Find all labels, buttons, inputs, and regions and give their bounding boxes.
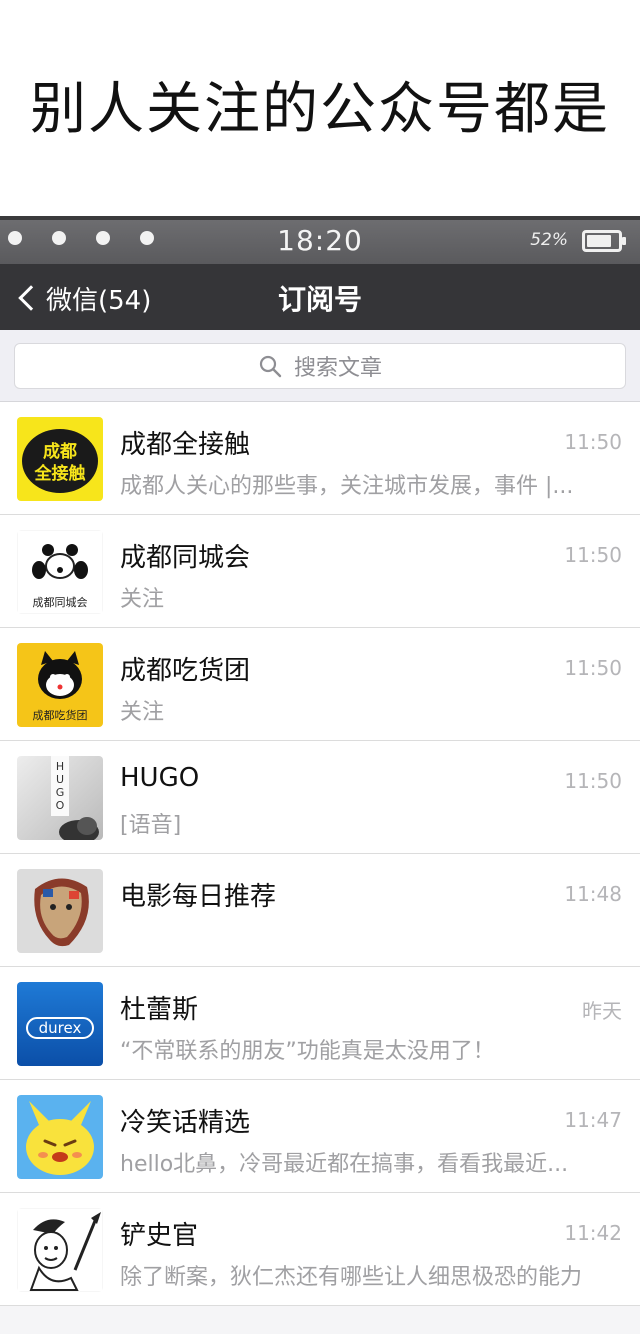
- svg-text:O: O: [56, 799, 65, 812]
- message-preview: 关注: [120, 700, 165, 725]
- svg-text:U: U: [56, 773, 64, 786]
- caption-text: 别人关注的公众号都是: [30, 77, 610, 142]
- message-time: 11:50: [564, 430, 622, 454]
- avatar: durex: [17, 982, 103, 1066]
- message-preview: 关注: [120, 587, 165, 612]
- list-item[interactable]: 冷笑话精选 11:47 hello北鼻，冷哥最近都在搞事，看看我最近...: [0, 1080, 640, 1193]
- avatar-logo-line2: 全接触: [34, 463, 86, 484]
- avatar-logo-line1: 成都: [43, 441, 77, 462]
- account-name: HUGO: [120, 763, 200, 793]
- message-time: 昨天: [582, 999, 622, 1023]
- svg-text:G: G: [56, 786, 65, 799]
- account-name: 成都全接触: [120, 430, 251, 460]
- battery-icon: [582, 230, 626, 252]
- message-preview: [语音]: [120, 813, 182, 838]
- avatar: H U G O: [17, 756, 103, 840]
- account-name: 成都吃货团: [120, 656, 251, 686]
- avatar: 成都同城会: [17, 530, 103, 614]
- avatar: [17, 869, 103, 953]
- subscription-list: 成都 全接触 成都全接触 11:50 成都人关心的那些事，关注城市发展，事件 |…: [0, 402, 640, 1306]
- status-bar: 18:20 52%: [0, 216, 640, 264]
- search-input[interactable]: 搜索文章: [14, 343, 626, 389]
- account-name: 铲史官: [120, 1221, 199, 1251]
- list-item[interactable]: 铲史官 11:42 除了断案，狄仁杰还有哪些让人细思极恐的能力: [0, 1193, 640, 1306]
- search-icon: [259, 355, 282, 378]
- avatar: 成都 全接触: [17, 417, 103, 501]
- caption-banner: 别人关注的公众号都是: [0, 0, 640, 216]
- message-time: 11:50: [564, 656, 622, 680]
- nav-bar: 微信(54) 订阅号: [0, 264, 640, 330]
- message-preview: 除了断案，狄仁杰还有哪些让人细思极恐的能力: [120, 1265, 583, 1290]
- list-bottom-edge: [0, 1306, 640, 1334]
- list-item[interactable]: 电影每日推荐 11:48: [0, 854, 640, 967]
- page-title: 订阅号: [277, 283, 362, 316]
- svg-text:H: H: [56, 760, 64, 773]
- search-placeholder: 搜索文章: [293, 356, 382, 381]
- message-time: 11:47: [564, 1108, 622, 1132]
- message-time: 11:42: [564, 1221, 622, 1245]
- account-name: 电影每日推荐: [120, 882, 277, 912]
- message-preview: hello北鼻，冷哥最近都在搞事，看看我最近...: [120, 1152, 569, 1177]
- avatar-logo-text: 成都同城会: [33, 596, 88, 609]
- list-item[interactable]: 成都 全接触 成都全接触 11:50 成都人关心的那些事，关注城市发展，事件 |…: [0, 402, 640, 515]
- list-item[interactable]: 成都吃货团 成都吃货团 11:50 关注: [0, 628, 640, 741]
- battery-percent: 52%: [530, 230, 568, 250]
- message-preview: “不常联系的朋友”功能真是太没用了！: [120, 1039, 495, 1064]
- list-item[interactable]: H U G O HUGO 11:50 [语音]: [0, 741, 640, 854]
- message-preview: 成都人关心的那些事，关注城市发展，事件 |...: [120, 474, 574, 499]
- message-time: 11:48: [564, 882, 622, 906]
- account-name: 杜蕾斯: [120, 995, 199, 1025]
- search-bar: 搜索文章: [0, 330, 640, 402]
- avatar: [17, 1208, 103, 1292]
- account-name: 成都同城会: [120, 543, 251, 573]
- list-item[interactable]: 成都同城会 成都同城会 11:50 关注: [0, 515, 640, 628]
- avatar-logo-text: 成都吃货团: [33, 708, 88, 722]
- list-item[interactable]: durex 杜蕾斯 昨天 “不常联系的朋友”功能真是太没用了！: [0, 967, 640, 1080]
- avatar: [17, 1095, 103, 1179]
- avatar-logo-text: durex: [39, 1019, 82, 1037]
- account-name: 冷笑话精选: [120, 1108, 251, 1138]
- message-time: 11:50: [564, 769, 622, 793]
- avatar: 成都吃货团: [17, 643, 103, 727]
- message-time: 11:50: [564, 543, 622, 567]
